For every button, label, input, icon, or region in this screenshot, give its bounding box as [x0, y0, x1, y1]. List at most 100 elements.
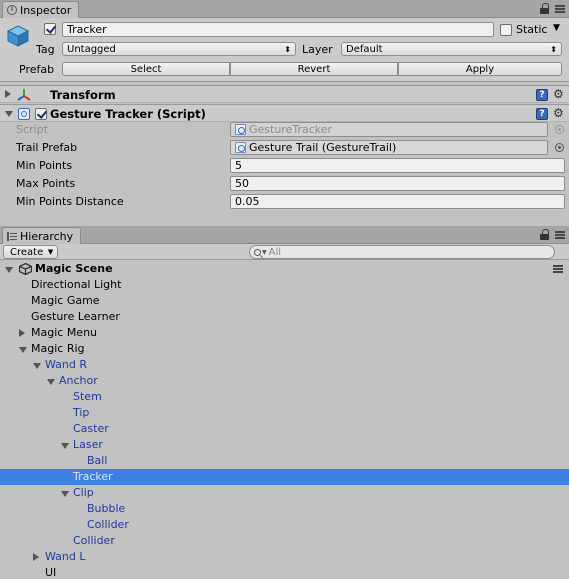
trail-prefab-field[interactable]: Gesture Trail (GestureTrail) [230, 140, 548, 155]
prefab-select-button[interactable]: Select [62, 62, 230, 76]
dropdown-arrow-icon: ▼ [47, 248, 54, 256]
hierarchy-item-label: Stem [73, 390, 102, 403]
hierarchy-item-label: Anchor [59, 374, 98, 387]
collapsed-arrow-icon[interactable] [33, 553, 39, 561]
hierarchy-item[interactable]: Bubble [0, 501, 569, 517]
component-enabled-checkbox[interactable] [35, 108, 47, 120]
hierarchy-item[interactable]: Caster [0, 421, 569, 437]
trail-prefab-value: Gesture Trail (GestureTrail) [249, 141, 397, 154]
lock-icon[interactable] [540, 3, 549, 14]
transform-component-header[interactable]: Transform ? ⚙ [0, 85, 569, 103]
hierarchy-item-label: Caster [73, 422, 109, 435]
help-icon[interactable]: ? [536, 89, 548, 101]
expanded-arrow-icon[interactable] [19, 347, 27, 353]
hierarchy-tab-label: Hierarchy [20, 229, 74, 243]
layer-dropdown[interactable]: Default ⬍ [341, 42, 562, 56]
layer-label: Layer [302, 43, 333, 56]
inspector-tab-label: Inspector [20, 3, 72, 17]
prefab-revert-button[interactable]: Revert [230, 62, 398, 76]
prefab-label: Prefab [19, 63, 55, 76]
hierarchy-item-label: Tracker [73, 470, 113, 483]
hierarchy-tab[interactable]: Hierarchy [2, 227, 82, 244]
hierarchy-item[interactable]: Wand R [0, 357, 569, 373]
trail-prefab-label: Trail Prefab [16, 141, 78, 154]
min-points-distance-field[interactable]: 0.05 [230, 194, 565, 209]
collapsed-arrow-icon[interactable] [5, 90, 11, 98]
transform-axis-icon [17, 89, 31, 101]
lock-icon[interactable] [540, 229, 549, 240]
min-points-distance-value: 0.05 [235, 195, 260, 208]
hierarchy-item[interactable]: Magic Game [0, 293, 569, 309]
hierarchy-item-label: Wand R [45, 358, 88, 371]
tag-dropdown[interactable]: Untagged ⬍ [62, 42, 296, 56]
hierarchy-item-selected[interactable]: Tracker [0, 469, 569, 485]
hierarchy-search-input[interactable]: ▼ All [249, 245, 555, 259]
active-checkbox[interactable] [44, 23, 56, 35]
hierarchy-item[interactable]: Magic Rig [0, 341, 569, 357]
search-caret-icon: ▼ [262, 248, 267, 256]
script-field[interactable]: GestureTracker [230, 122, 548, 137]
gear-icon[interactable]: ⚙ [553, 87, 564, 101]
hierarchy-item[interactable]: Clip [0, 485, 569, 501]
hierarchy-item[interactable]: Gesture Learner [0, 309, 569, 325]
tag-value: Untagged [67, 43, 116, 55]
gesture-tracker-component-header[interactable]: Gesture Tracker (Script) ? ⚙ [0, 104, 569, 122]
hierarchy-item[interactable]: Collider [0, 517, 569, 533]
scene-menu-icon[interactable] [553, 265, 563, 273]
hierarchy-item[interactable]: Collider [0, 533, 569, 549]
max-points-value: 50 [235, 177, 249, 190]
hierarchy-item-label: Magic Rig [31, 342, 85, 355]
gear-icon[interactable]: ⚙ [553, 106, 564, 120]
hierarchy-item[interactable]: Laser [0, 437, 569, 453]
hierarchy-item[interactable]: Magic Menu [0, 325, 569, 341]
panel-menu-icon[interactable] [555, 230, 565, 239]
max-points-field[interactable]: 50 [230, 176, 565, 191]
hierarchy-item-label: Gesture Learner [31, 310, 120, 323]
expanded-arrow-icon[interactable] [61, 443, 69, 449]
hierarchy-item-label: Clip [73, 486, 94, 499]
inspector-tab[interactable]: i Inspector [2, 1, 80, 18]
object-name-value: Tracker [67, 23, 107, 36]
expanded-arrow-icon[interactable] [5, 111, 13, 117]
hierarchy-list-icon [7, 231, 17, 241]
info-icon: i [7, 5, 17, 15]
min-points-label: Min Points [16, 159, 73, 172]
updown-arrow-icon: ⬍ [550, 45, 557, 54]
object-name-field[interactable]: Tracker [62, 22, 494, 37]
scene-row[interactable]: Magic Scene [0, 261, 569, 277]
hierarchy-item[interactable]: Stem [0, 389, 569, 405]
help-icon[interactable]: ? [536, 108, 548, 120]
expanded-arrow-icon[interactable] [47, 379, 55, 385]
min-points-value: 5 [235, 159, 242, 172]
hierarchy-item-label: Collider [73, 534, 115, 547]
gameobject-cube-icon [6, 25, 30, 47]
tag-label: Tag [36, 43, 55, 56]
panel-menu-icon[interactable] [555, 4, 565, 13]
script-value: GestureTracker [249, 123, 333, 136]
gameobject-header: Tracker Static ▼ Tag Untagged ⬍ Layer De… [0, 18, 569, 82]
scene-name: Magic Scene [35, 262, 113, 275]
static-dropdown-arrow-icon[interactable]: ▼ [553, 23, 560, 33]
hierarchy-item-label: Magic Menu [31, 326, 98, 339]
hierarchy-item[interactable]: UI [0, 565, 569, 579]
expanded-arrow-icon[interactable] [5, 267, 13, 273]
hierarchy-item[interactable]: Ball [0, 453, 569, 469]
min-points-field[interactable]: 5 [230, 158, 565, 173]
script-file-icon [235, 124, 246, 135]
create-label: Create [10, 246, 44, 258]
expanded-arrow-icon[interactable] [33, 363, 41, 369]
object-picker-icon[interactable] [555, 143, 564, 152]
search-icon [254, 248, 261, 256]
unity-scene-icon [19, 263, 32, 275]
expanded-arrow-icon[interactable] [61, 491, 69, 497]
hierarchy-item[interactable]: Anchor [0, 373, 569, 389]
static-checkbox[interactable] [500, 24, 512, 36]
collapsed-arrow-icon[interactable] [19, 329, 25, 337]
hierarchy-item-label: Bubble [87, 502, 126, 515]
static-label: Static [516, 23, 548, 36]
hierarchy-item[interactable]: Wand L [0, 549, 569, 565]
create-button[interactable]: Create ▼ [3, 245, 59, 259]
hierarchy-item[interactable]: Directional Light [0, 277, 569, 293]
hierarchy-item[interactable]: Tip [0, 405, 569, 421]
prefab-apply-button[interactable]: Apply [398, 62, 562, 76]
